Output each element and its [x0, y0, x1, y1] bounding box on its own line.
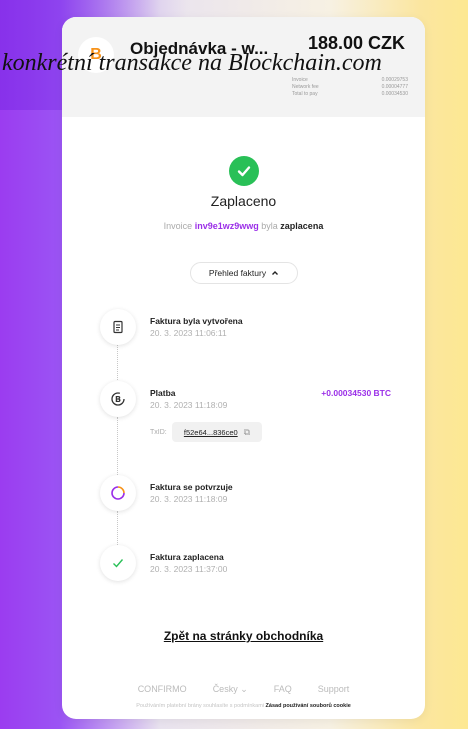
step-date: 20. 3. 2023 11:18:09	[150, 494, 228, 504]
spinner-icon	[100, 475, 136, 511]
step-title: Platba	[150, 388, 176, 398]
fee-breakdown: Invoice 0.00029753 Network fee 0.00004777 …	[292, 77, 408, 98]
payment-card: B Objednávka - w... 188.00 CZK Invoice 0.…	[62, 17, 425, 719]
step-date: 20. 3. 2023 11:37:00	[150, 564, 228, 574]
chevron-up-icon	[272, 271, 279, 275]
confirmo-brand[interactable]: CONFIRMO	[138, 684, 187, 695]
txid-box[interactable]: f52e64...836ce0 ⧉	[172, 422, 262, 442]
footer-nav: CONFIRMO Česky ⌄ FAQ Support	[62, 684, 425, 695]
success-check-icon	[229, 156, 259, 186]
fee-row: Total to pay 0.00034530	[292, 91, 408, 97]
step-title: Faktura zaplacena	[150, 552, 224, 562]
fee-row: Network fee 0.00004777	[292, 84, 408, 90]
timeline-connector	[117, 343, 118, 380]
step-title: Faktura se potvrzuje	[150, 482, 233, 492]
status-title: Zaplaceno	[210, 193, 277, 209]
back-to-merchant-link[interactable]: Zpět na stránky obchodníka	[62, 629, 425, 643]
bitcoin-cycle-icon: B	[100, 381, 136, 417]
language-select[interactable]: Česky ⌄	[213, 684, 248, 695]
check-icon	[100, 545, 136, 581]
payment-amount: +0.00034530 BTC	[321, 388, 391, 398]
support-link[interactable]: Support	[318, 684, 350, 695]
step-date: 20. 3. 2023 11:06:11	[150, 328, 227, 338]
step-title: Faktura byla vytvořena	[150, 316, 243, 326]
copy-icon[interactable]: ⧉	[244, 427, 250, 438]
chevron-down-icon: ⌄	[240, 684, 248, 694]
timeline-connector	[117, 417, 118, 479]
document-icon	[100, 309, 136, 345]
svg-text:B: B	[115, 395, 121, 404]
invoice-id: inv9e1wz9wwg	[194, 221, 259, 231]
faq-link[interactable]: FAQ	[274, 684, 292, 695]
txid-label: TxID:	[150, 429, 167, 436]
cookie-policy-link[interactable]: Zásad používání souborů cookie	[266, 703, 351, 709]
txid-link[interactable]: f52e64...836ce0	[184, 428, 238, 437]
overlay-caption: konkrétní transakce na Blockchain.com	[2, 50, 382, 76]
invoice-overview-button[interactable]: Přehled faktury	[190, 262, 298, 284]
step-date: 20. 3. 2023 11:18:09	[150, 400, 228, 410]
invoice-status: Invoice inv9e1wz9wwg byla zaplacena	[163, 221, 324, 231]
cookie-note: Používáním platební brány souhlasíte s p…	[136, 703, 351, 709]
fee-row: Invoice 0.00029753	[292, 77, 408, 83]
